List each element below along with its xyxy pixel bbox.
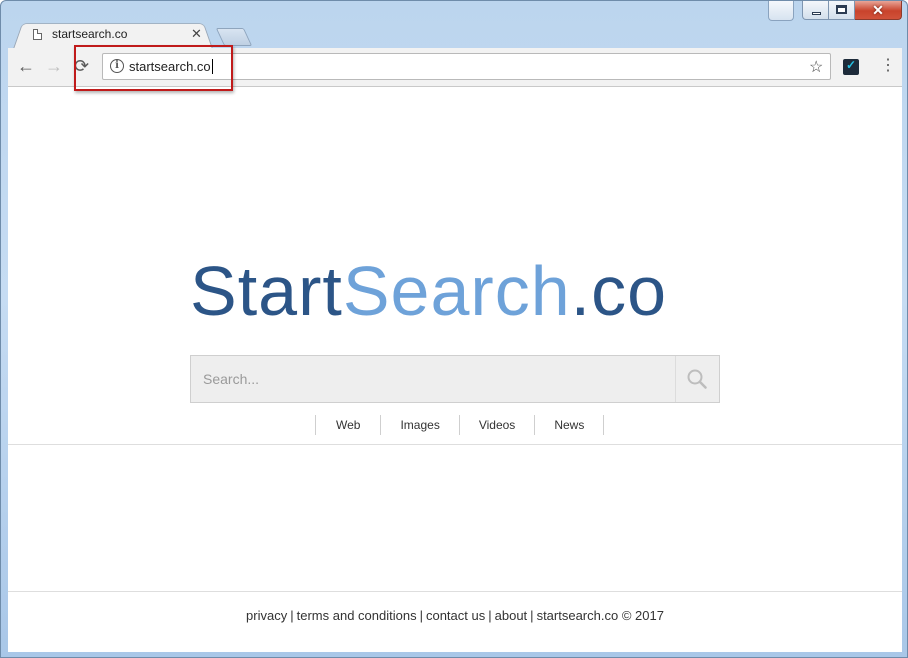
- search-type-tabs: Web Images Videos News: [315, 415, 605, 435]
- search-input[interactable]: [191, 356, 675, 402]
- tab-news[interactable]: News: [535, 415, 605, 435]
- window-controls: ✕: [802, 1, 902, 20]
- extension-icon[interactable]: [843, 58, 859, 75]
- tab-web[interactable]: Web: [316, 415, 382, 435]
- menu-icon[interactable]: ⋮: [880, 57, 896, 75]
- back-arrow-icon[interactable]: ←: [17, 56, 35, 76]
- browser-window: ✕ startsearch.co ✕ ← → ⟳ i startsearch.c…: [0, 0, 908, 658]
- tab-title: startsearch.co: [52, 27, 128, 41]
- search-button[interactable]: [675, 356, 719, 402]
- tab-images[interactable]: Images: [381, 415, 460, 435]
- privacy-link[interactable]: privacy: [246, 608, 287, 623]
- close-icon: ✕: [872, 2, 884, 18]
- contact-link[interactable]: contact us: [426, 608, 485, 623]
- terms-link[interactable]: terms and conditions: [297, 608, 417, 623]
- site-logo: StartSearch.co: [190, 252, 668, 330]
- close-window-button[interactable]: ✕: [855, 1, 902, 20]
- profile-button[interactable]: [768, 1, 794, 21]
- new-tab-button[interactable]: [215, 28, 253, 46]
- copyright-link[interactable]: startsearch.co © 2017: [537, 608, 664, 623]
- search-icon: [687, 369, 707, 389]
- about-link[interactable]: about: [495, 608, 528, 623]
- footer: privacy | terms and conditions | contact us |…: [8, 591, 902, 653]
- address-highlight-box: [74, 45, 233, 91]
- maximize-button[interactable]: [829, 1, 855, 20]
- page-content: StartSearch.co Web Images Videos News pr…: [8, 87, 902, 652]
- search-box: [190, 355, 720, 403]
- tab-close-icon[interactable]: ✕: [191, 26, 202, 42]
- divider: [8, 444, 902, 445]
- bookmark-star-icon[interactable]: ☆: [809, 57, 823, 77]
- tab-videos[interactable]: Videos: [460, 415, 536, 435]
- footer-links: privacy | terms and conditions | contact us |…: [246, 608, 664, 623]
- forward-arrow-icon[interactable]: →: [45, 56, 63, 76]
- minimize-button[interactable]: [802, 1, 829, 20]
- page-icon: [33, 29, 42, 40]
